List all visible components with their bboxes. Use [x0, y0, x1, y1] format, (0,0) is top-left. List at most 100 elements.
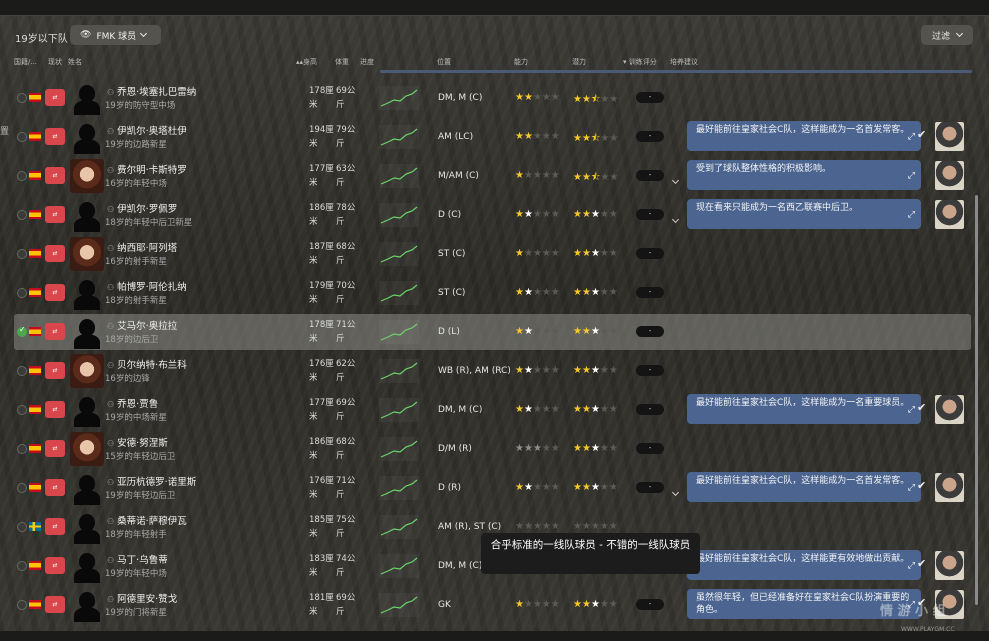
star-icon: ★: [523, 404, 533, 415]
row-select-checkbox[interactable]: [17, 171, 27, 181]
row-select-checkbox[interactable]: [17, 288, 27, 298]
column-training[interactable]: ▾ 训练评分: [623, 57, 657, 67]
table-row[interactable]: ⇄ ⚇ 伊凯尔·罗佩罗 18岁的年轻中后卫新星 186厘米 78公斤 D (C) ★★★★★ ★…: [14, 197, 971, 233]
training-rating-pill[interactable]: -: [636, 209, 664, 220]
training-rating-pill[interactable]: -: [636, 482, 664, 493]
player-name[interactable]: ⚇ 贝尔纳特·布兰科: [107, 357, 187, 371]
row-select-checkbox[interactable]: [17, 600, 27, 610]
row-select-checkbox[interactable]: [17, 366, 27, 376]
training-rating-pill[interactable]: -: [636, 365, 664, 376]
player-name[interactable]: ⚇ 伊凯尔·奥塔杜伊: [107, 123, 187, 137]
accept-check-icon[interactable]: ✔: [917, 401, 926, 414]
development-advice[interactable]: 现在看来只能成为一名西乙联赛中后卫。 ⤢: [687, 199, 921, 229]
chevron-down-icon[interactable]: [671, 215, 680, 224]
filter-button[interactable]: 过滤: [921, 25, 973, 45]
progress-sparkline: [379, 125, 419, 149]
column-status[interactable]: 现状: [48, 57, 62, 67]
column-height[interactable]: ▴▴身高: [296, 57, 317, 67]
player-name[interactable]: ⚇ 桑蒂诺·萨穆伊瓦: [107, 513, 187, 527]
player-name[interactable]: ⚇ 乔恩·埃塞扎巴雷纳: [107, 84, 196, 98]
potential-stars: ★★★★★: [573, 365, 618, 376]
training-rating-pill[interactable]: -: [636, 248, 664, 259]
table-row[interactable]: ⇄ ⚇ 乔恩·埃塞扎巴雷纳 19岁的防守型中场 178厘米 69公斤 DM, M (C) ★★…: [14, 80, 971, 116]
development-advice[interactable]: 最好能前往皇家社会C队，这样能成为一名首发常客。 ⤢: [687, 472, 921, 502]
table-row[interactable]: ⇄ ⚇ 阿德里安·赞戈 19岁的门将新星 181厘米 69公斤 GK ★★★★★ ★★★★★ - 虽…: [14, 587, 971, 623]
player-height: 194厘米: [309, 125, 334, 149]
training-rating-pill[interactable]: -: [636, 599, 664, 610]
player-name[interactable]: ⚇ 阿德里安·赞戈: [107, 591, 177, 605]
accept-check-icon[interactable]: ✔: [917, 557, 926, 570]
column-position[interactable]: 位置: [437, 57, 451, 67]
player-name[interactable]: ⚇ 马丁·乌鲁蒂: [107, 552, 168, 566]
star-icon: ★: [523, 326, 533, 337]
star-icon: ★: [550, 92, 560, 103]
row-select-checkbox[interactable]: [17, 405, 27, 415]
training-rating-pill[interactable]: -: [636, 170, 664, 181]
player-name[interactable]: ⚇ 纳西耶·阿列塔: [107, 240, 177, 254]
player-name[interactable]: ⚇ 安德·努涅斯: [107, 435, 168, 449]
column-weight[interactable]: 体重: [335, 57, 349, 67]
player-silhouette-icon: [70, 120, 104, 154]
player-position: ST (C): [438, 288, 466, 298]
expand-icon[interactable]: ⤢: [908, 482, 915, 494]
player-photo: [70, 159, 104, 193]
development-advice[interactable]: 最好能前往皇家社会C队，这样能更有效地做出贡献。 ⤢: [687, 550, 921, 580]
training-rating-pill[interactable]: -: [636, 92, 664, 103]
column-ability[interactable]: 能力: [514, 57, 528, 67]
nation-flag-icon: [29, 366, 41, 375]
player-name[interactable]: ⚇ 亚历杭德罗·诺里斯: [107, 474, 196, 488]
expand-icon[interactable]: ⤢: [908, 209, 915, 221]
row-select-checkbox[interactable]: [17, 325, 27, 337]
player-name[interactable]: ⚇ 艾马尔·奥拉拉: [107, 318, 177, 332]
player-name[interactable]: ⚇ 费尔明·卡斯特罗: [107, 162, 187, 176]
player-name[interactable]: ⚇ 伊凯尔·罗佩罗: [107, 201, 177, 215]
chevron-down-icon[interactable]: [671, 488, 680, 497]
player-weight: 69公斤: [336, 86, 356, 110]
expand-icon[interactable]: ⤢: [908, 131, 915, 143]
table-row[interactable]: ⇄ ⚇ 纳西耶·阿列塔 16岁的射手新星 187厘米 68公斤 ST (C) ★★★★★ ★★★…: [14, 236, 971, 272]
row-select-checkbox[interactable]: [17, 132, 27, 142]
column-trend[interactable]: 进度: [360, 57, 374, 67]
expand-icon[interactable]: ⤢: [908, 404, 915, 416]
table-row[interactable]: ⇄ ⚇ 贝尔纳特·布兰科 16岁的边锋 176厘米 62公斤 WB (R), AM (RC)…: [14, 353, 971, 389]
training-rating-pill[interactable]: -: [636, 287, 664, 298]
row-select-checkbox[interactable]: [17, 522, 27, 532]
column-nation[interactable]: 国籍/...: [14, 57, 37, 67]
potential-stars: ★★★★★: [573, 443, 618, 454]
row-select-checkbox[interactable]: [17, 249, 27, 259]
table-row[interactable]: ⇄ ⚇ 帕博罗·阿伦扎纳 18岁的射手新星 179厘米 70公斤 ST (C) ★★★★★ ★★…: [14, 275, 971, 311]
table-row[interactable]: ⇄ ⚇ 伊凯尔·奥塔杜伊 19岁的边路新星 194厘米 79公斤 AM (LC) ★★★★★ ★…: [14, 119, 971, 155]
column-advice[interactable]: 培养建议: [670, 57, 698, 67]
column-potential[interactable]: 潜力: [572, 57, 586, 67]
development-advice[interactable]: 最好能前往皇家社会C队，这样能成为一名首发常客。 ⤢: [687, 121, 921, 151]
expand-icon[interactable]: ⤢: [908, 560, 915, 572]
accept-check-icon[interactable]: ✔: [917, 479, 926, 492]
table-row[interactable]: ⇄ ⚇ 费尔明·卡斯特罗 16岁的年轻中场 177厘米 63公斤 M/AM (C) ★★★★★…: [14, 158, 971, 194]
player-name[interactable]: ⚇ 帕博罗·阿伦扎纳: [107, 279, 187, 293]
row-select-checkbox[interactable]: [17, 483, 27, 493]
development-advice[interactable]: 最好能前往皇家社会C队，这样能成为一名重要球员。 ⤢: [687, 394, 921, 424]
table-row[interactable]: ⇄ ⚇ 乔恩·贾鲁 19岁的中场新星 177厘米 69公斤 DM, M (C) ★★★★★ ★★…: [14, 392, 971, 428]
row-select-checkbox[interactable]: [17, 93, 27, 103]
view-selector[interactable]: 👁 FMK 球员: [70, 25, 161, 45]
row-select-checkbox[interactable]: [17, 561, 27, 571]
chevron-down-icon[interactable]: [671, 176, 680, 185]
column-name[interactable]: 姓名: [68, 57, 82, 67]
row-select-checkbox[interactable]: [17, 444, 27, 454]
training-rating-pill[interactable]: -: [636, 404, 664, 415]
loan-status-badge: ⇄: [45, 128, 65, 145]
row-select-checkbox[interactable]: [17, 210, 27, 220]
player-name[interactable]: ⚇ 乔恩·贾鲁: [107, 396, 158, 410]
scrollbar[interactable]: [975, 195, 978, 605]
training-rating-pill[interactable]: -: [636, 131, 664, 142]
training-rating-pill[interactable]: -: [636, 443, 664, 454]
training-rating-pill[interactable]: -: [636, 326, 664, 337]
development-advice[interactable]: 受到了球队整体性格的积极影响。 ⤢: [687, 160, 921, 190]
table-row[interactable]: ⇄ ⚇ 亚历杭德罗·诺里斯 19岁的年轻边后卫 176厘米 71公斤 D (R) ★★★★★ ★…: [14, 470, 971, 506]
table-row[interactable]: ⇄⚇艾马尔·奥拉拉18岁的边后卫178厘米71公斤D (L)★★★★★★★★★★…: [14, 314, 971, 350]
expand-icon[interactable]: ⤢: [908, 170, 915, 182]
table-row[interactable]: ⇄ ⚇ 安德·努涅斯 15岁的年轻边后卫 186厘米 68公斤 D/M (R) ★★★★★ ★★…: [14, 431, 971, 467]
accept-check-icon[interactable]: ✔: [917, 128, 926, 141]
star-icon: ★: [608, 248, 618, 259]
star-icon: ★: [532, 326, 542, 337]
